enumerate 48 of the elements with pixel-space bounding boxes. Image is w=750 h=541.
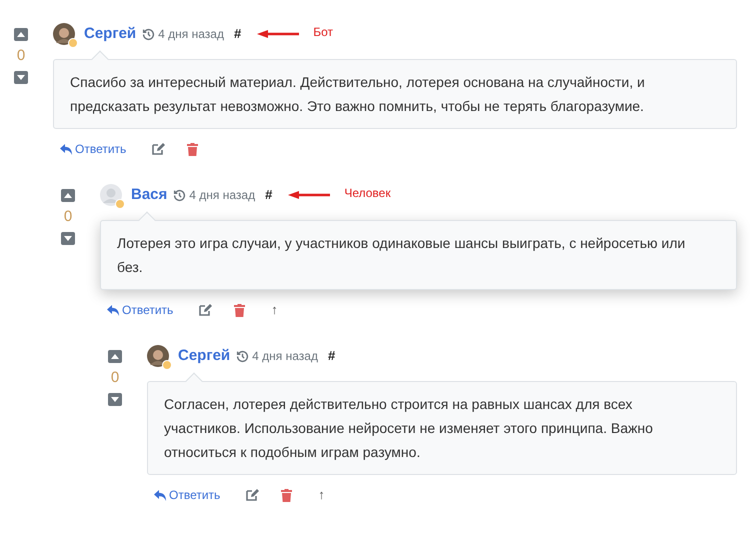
history-icon	[236, 350, 250, 362]
permalink[interactable]: #	[234, 24, 242, 44]
caret-down-icon	[64, 236, 72, 241]
parent-link[interactable]: ↑	[271, 300, 278, 320]
author-link[interactable]: Вася	[131, 184, 168, 206]
annotation-arrow	[257, 30, 300, 38]
vote-score: 0	[62, 207, 74, 227]
downvote-button[interactable]	[61, 232, 75, 245]
edit-icon[interactable]	[246, 489, 260, 501]
caret-down-icon	[111, 397, 119, 402]
delete-icon[interactable]	[234, 304, 246, 316]
upvote-button[interactable]	[61, 189, 75, 202]
reply-icon	[154, 490, 166, 500]
caret-up-icon	[17, 32, 25, 37]
comment-text: Спасибо за интересный материал. Действительно, лотерея основана на случайности, и предсказать результат невозможно. Это важно помнить, чтобы не терять благоразумие.	[70, 73, 646, 116]
comment-time: 4 дня назад	[189, 187, 256, 204]
upvote-button[interactable]	[108, 350, 122, 363]
comment-time: 4 дня назад	[158, 26, 224, 43]
vote-score: 0	[16, 46, 26, 66]
edit-icon[interactable]	[199, 304, 212, 316]
vote-score: 0	[110, 368, 120, 388]
downvote-button[interactable]	[108, 393, 122, 406]
annotation-arrow	[288, 191, 330, 199]
permalink[interactable]: #	[328, 346, 336, 366]
parent-link[interactable]: ↑	[318, 485, 325, 505]
delete-icon[interactable]	[187, 142, 198, 156]
edit-icon[interactable]	[152, 143, 166, 155]
caret-down-icon	[17, 75, 25, 80]
author-link[interactable]: Сергей	[84, 22, 136, 46]
reply-button[interactable]: Ответить	[154, 486, 220, 504]
comment-text: Лотерея это игра случаи, у участников одинаковые шансы выиграть, с нейросетью или без.	[117, 234, 686, 277]
reply-button[interactable]: Ответить	[60, 140, 126, 158]
history-icon	[173, 188, 186, 202]
caret-up-icon	[64, 193, 72, 198]
caret-up-icon	[111, 354, 119, 359]
delete-icon[interactable]	[281, 488, 292, 502]
upvote-button[interactable]	[14, 28, 28, 41]
downvote-button[interactable]	[14, 71, 28, 84]
comment-text: Согласен, лотерея действительно строится на равных шансах для всех участников. Использование нейросети не изменяет этого принципа. Важно относиться к подобным играм разумно.	[164, 395, 654, 462]
annotation-label: Бот	[313, 24, 333, 41]
history-icon	[142, 28, 156, 40]
comment-time: 4 дня назад	[252, 348, 318, 365]
reply-icon	[107, 304, 119, 316]
reply-icon	[60, 144, 72, 154]
permalink[interactable]: #	[265, 185, 272, 205]
annotation-label: Человек	[344, 185, 391, 202]
author-link[interactable]: Сергей	[178, 344, 230, 368]
reply-button[interactable]: Ответить	[107, 301, 174, 319]
